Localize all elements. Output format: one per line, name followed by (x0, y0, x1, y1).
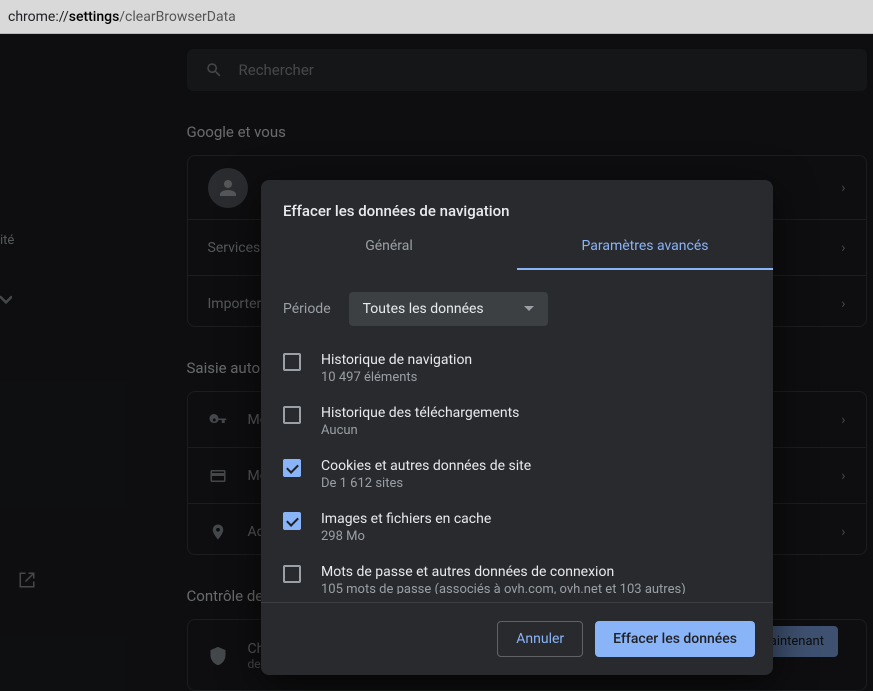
checkbox[interactable] (283, 353, 301, 371)
option-subtitle: 105 mots de passe (associés à ovh.com, o… (321, 582, 686, 594)
checkbox[interactable] (283, 512, 301, 530)
option-row[interactable]: Mots de passe et autres données de conne… (283, 554, 751, 594)
option-row[interactable]: Historique de navigation 10 497 éléments (283, 342, 751, 395)
dialog-tabs: Général Paramètres avancés (261, 238, 773, 270)
clear-browsing-data-dialog: Effacer les données de navigation Généra… (261, 180, 773, 675)
period-label: Période (283, 301, 331, 317)
url-scheme: chrome:// (8, 9, 69, 25)
period-select[interactable]: Toutes les données (349, 292, 548, 326)
option-row[interactable]: Cookies et autres données de site De 1 61… (283, 448, 751, 501)
tab-advanced[interactable]: Paramètres avancés (517, 238, 773, 270)
option-subtitle: Aucun (321, 423, 519, 438)
url-host: settings (69, 9, 120, 25)
checkbox[interactable] (283, 459, 301, 477)
option-title: Historique de navigation (321, 352, 472, 368)
url-path: /clearBrowserData (119, 9, 236, 25)
option-title: Cookies et autres données de site (321, 458, 531, 474)
options-list: Historique de navigation10 497 élémentsH… (261, 334, 773, 594)
dialog-title: Effacer les données de navigation (261, 180, 773, 238)
period-value: Toutes les données (363, 301, 484, 317)
option-subtitle: 298 Mo (321, 529, 491, 544)
checkbox[interactable] (283, 565, 301, 583)
checkbox[interactable] (283, 406, 301, 424)
chevron-down-icon (524, 304, 534, 314)
confirm-button[interactable]: Effacer les données (595, 621, 755, 657)
option-row[interactable]: Images et fichiers en cache 298 Mo (283, 501, 751, 554)
tab-basic[interactable]: Général (261, 238, 517, 270)
option-title: Images et fichiers en cache (321, 511, 491, 527)
url-bar[interactable]: chrome://settings/clearBrowserData (0, 0, 873, 34)
option-title: Historique des téléchargements (321, 405, 519, 421)
cancel-button[interactable]: Annuler (497, 621, 583, 657)
option-subtitle: De 1 612 sites (321, 476, 531, 491)
option-subtitle: 10 497 éléments (321, 370, 472, 385)
option-row[interactable]: Historique des téléchargements Aucun (283, 395, 751, 448)
option-title: Mots de passe et autres données de conne… (321, 564, 686, 580)
